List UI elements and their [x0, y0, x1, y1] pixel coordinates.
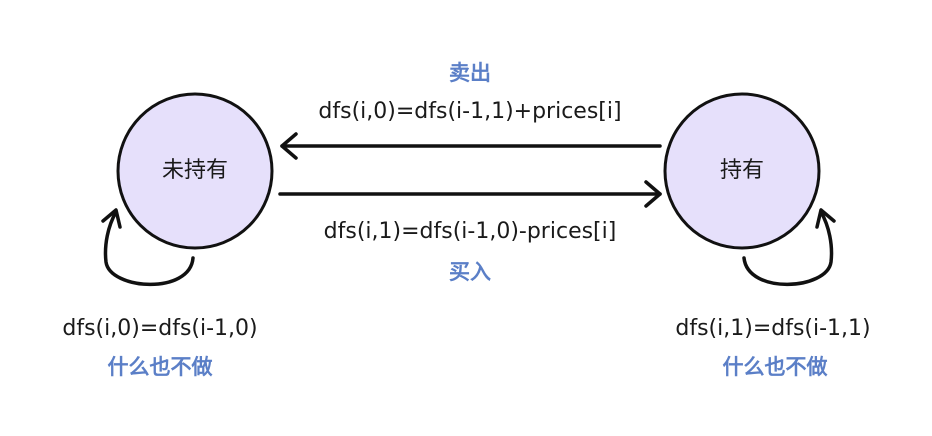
stay-not-holding-formula: dfs(i,0)=dfs(i-1,0): [62, 316, 258, 341]
sell-arrow: [280, 132, 662, 160]
stay-holding-action: 什么也不做: [722, 355, 828, 379]
buy-arrow: [278, 180, 662, 208]
state-not-holding-label: 未持有: [161, 158, 228, 183]
stay-holding-formula: dfs(i,1)=dfs(i-1,1): [675, 316, 871, 341]
state-holding-label: 持有: [719, 158, 764, 183]
state-diagram: 未持有 持有 卖出 dfs(i,0)=dfs(i-1,1)+prices[i] …: [0, 0, 932, 436]
buy-formula: dfs(i,1)=dfs(i-1,0)-prices[i]: [323, 219, 617, 244]
stay-not-holding-action: 什么也不做: [107, 355, 213, 379]
buy-action-label: 买入: [449, 260, 491, 284]
sell-action-label: 卖出: [449, 61, 491, 85]
sell-formula: dfs(i,0)=dfs(i-1,1)+prices[i]: [318, 99, 622, 124]
